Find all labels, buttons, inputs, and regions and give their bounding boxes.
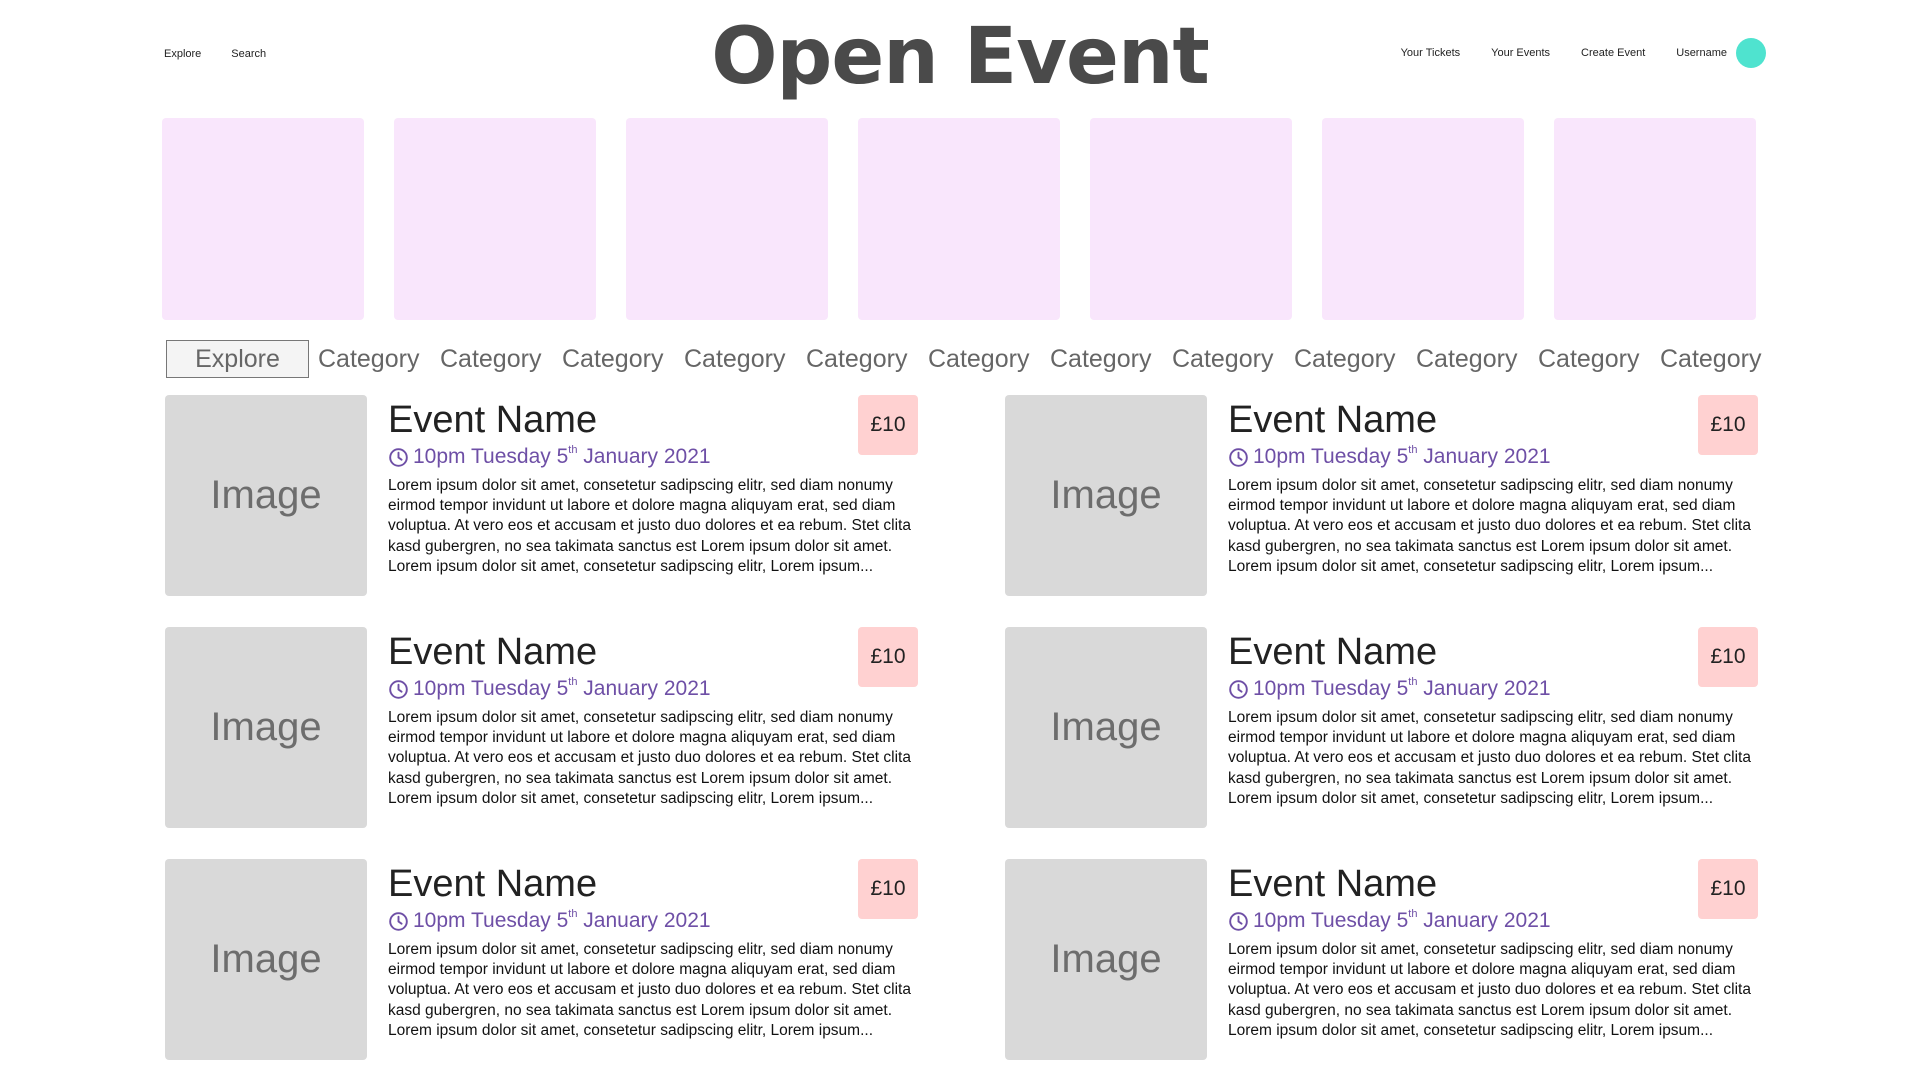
clock-icon: [389, 679, 408, 699]
event-image[interactable]: Image: [1005, 627, 1207, 828]
featured-carousel: [162, 118, 1756, 320]
event-card[interactable]: Image Event Name 10pm Tuesday 5th Januar…: [165, 627, 925, 828]
featured-tile[interactable]: [1322, 118, 1524, 320]
event-date-main: 10pm Tuesday 5: [1253, 677, 1409, 700]
price-badge[interactable]: £10: [858, 859, 918, 919]
category-tab[interactable]: Category: [562, 345, 675, 374]
event-image[interactable]: Image: [1005, 859, 1207, 1060]
event-card[interactable]: Image Event Name 10pm Tuesday 5th Januar…: [165, 859, 925, 1060]
event-date: 10pm Tuesday 5th January 2021: [1228, 908, 1758, 933]
event-date-rest: January 2021: [1423, 909, 1551, 932]
event-date: 10pm Tuesday 5th January 2021: [388, 908, 918, 933]
clock-icon: [1229, 447, 1248, 467]
event-card[interactable]: Image Event Name 10pm Tuesday 5th Januar…: [1005, 627, 1765, 828]
nav-right: Your Tickets Your Events Create Event Us…: [1401, 38, 1766, 68]
clock-icon: [389, 447, 408, 467]
clock-icon: [389, 911, 408, 931]
event-image[interactable]: Image: [1005, 395, 1207, 596]
clock-icon: [1229, 679, 1248, 699]
price-badge[interactable]: £10: [858, 627, 918, 687]
event-date-rest: January 2021: [583, 909, 711, 932]
category-tab[interactable]: Category: [806, 345, 919, 374]
featured-tile[interactable]: [858, 118, 1060, 320]
event-name[interactable]: Event Name: [388, 401, 918, 439]
event-description: Lorem ipsum dolor sit amet, consetetur s…: [1228, 941, 1751, 1039]
event-date-suffix: th: [1408, 676, 1418, 688]
event-date: 10pm Tuesday 5th January 2021: [388, 444, 918, 469]
event-card[interactable]: Image Event Name 10pm Tuesday 5th Januar…: [1005, 395, 1765, 596]
clock-icon: [1229, 911, 1248, 931]
event-description: Lorem ipsum dolor sit amet, consetetur s…: [388, 941, 911, 1039]
event-card-body: Event Name 10pm Tuesday 5th January 2021…: [388, 627, 918, 828]
event-card[interactable]: Image Event Name 10pm Tuesday 5th Januar…: [165, 395, 925, 596]
event-date-suffix: th: [1408, 908, 1418, 920]
category-tab[interactable]: Category: [1660, 345, 1773, 374]
event-date-main: 10pm Tuesday 5: [1253, 445, 1409, 468]
event-description: Lorem ipsum dolor sit amet, consetetur s…: [1228, 477, 1751, 575]
event-card-body: Event Name 10pm Tuesday 5th January 2021…: [388, 395, 918, 596]
category-tab[interactable]: Category: [1538, 345, 1651, 374]
event-date-main: 10pm Tuesday 5: [1253, 909, 1409, 932]
event-date-suffix: th: [568, 444, 578, 456]
category-tab[interactable]: Category: [928, 345, 1041, 374]
event-description: Lorem ipsum dolor sit amet, consetetur s…: [1228, 709, 1751, 807]
category-bar: Explore Category Category Category Categ…: [166, 340, 1773, 378]
site-header: Explore Search Open Event Your Tickets Y…: [0, 0, 1920, 110]
event-card-body: Event Name 10pm Tuesday 5th January 2021…: [388, 859, 918, 1060]
price-badge[interactable]: £10: [1698, 859, 1758, 919]
event-date-suffix: th: [568, 676, 578, 688]
username-label: Username: [1676, 47, 1727, 59]
category-tab[interactable]: Category: [440, 345, 553, 374]
event-description: Lorem ipsum dolor sit amet, consetetur s…: [388, 477, 911, 575]
category-tab[interactable]: Category: [1416, 345, 1529, 374]
event-date-suffix: th: [1408, 444, 1418, 456]
event-date-main: 10pm Tuesday 5: [413, 909, 569, 932]
category-tab[interactable]: Category: [1172, 345, 1285, 374]
event-date-rest: January 2021: [1423, 677, 1551, 700]
event-description: Lorem ipsum dolor sit amet, consetetur s…: [388, 709, 911, 807]
category-tab[interactable]: Category: [318, 345, 431, 374]
category-tab[interactable]: Category: [1050, 345, 1163, 374]
event-date-suffix: th: [568, 908, 578, 920]
event-card-body: Event Name 10pm Tuesday 5th January 2021…: [1228, 395, 1758, 596]
nav-your-tickets-link[interactable]: Your Tickets: [1401, 47, 1461, 59]
category-explore-tab[interactable]: Explore: [166, 340, 309, 378]
event-date-main: 10pm Tuesday 5: [413, 445, 569, 468]
price-badge[interactable]: £10: [1698, 627, 1758, 687]
event-date-rest: January 2021: [583, 445, 711, 468]
user-menu[interactable]: Username: [1676, 38, 1766, 68]
event-date-rest: January 2021: [1423, 445, 1551, 468]
featured-tile[interactable]: [626, 118, 828, 320]
event-name[interactable]: Event Name: [388, 865, 918, 903]
nav-create-event-link[interactable]: Create Event: [1581, 47, 1645, 59]
avatar[interactable]: [1736, 38, 1766, 68]
category-tab[interactable]: Category: [1294, 345, 1407, 374]
event-card-body: Event Name 10pm Tuesday 5th January 2021…: [1228, 859, 1758, 1060]
event-name[interactable]: Event Name: [1228, 401, 1758, 439]
featured-tile[interactable]: [394, 118, 596, 320]
event-date: 10pm Tuesday 5th January 2021: [1228, 444, 1758, 469]
event-date-rest: January 2021: [583, 677, 711, 700]
event-card-body: Event Name 10pm Tuesday 5th January 2021…: [1228, 627, 1758, 828]
event-image[interactable]: Image: [165, 859, 367, 1060]
event-name[interactable]: Event Name: [388, 633, 918, 671]
category-tab[interactable]: Category: [684, 345, 797, 374]
event-card[interactable]: Image Event Name 10pm Tuesday 5th Januar…: [1005, 859, 1765, 1060]
event-date-main: 10pm Tuesday 5: [413, 677, 569, 700]
featured-tile[interactable]: [1090, 118, 1292, 320]
event-list: Image Event Name 10pm Tuesday 5th Januar…: [165, 395, 1765, 1060]
event-name[interactable]: Event Name: [1228, 633, 1758, 671]
featured-tile[interactable]: [1554, 118, 1756, 320]
event-image[interactable]: Image: [165, 395, 367, 596]
nav-your-events-link[interactable]: Your Events: [1491, 47, 1550, 59]
event-image[interactable]: Image: [165, 627, 367, 828]
event-date: 10pm Tuesday 5th January 2021: [1228, 676, 1758, 701]
price-badge[interactable]: £10: [858, 395, 918, 455]
featured-tile[interactable]: [162, 118, 364, 320]
event-name[interactable]: Event Name: [1228, 865, 1758, 903]
price-badge[interactable]: £10: [1698, 395, 1758, 455]
event-date: 10pm Tuesday 5th January 2021: [388, 676, 918, 701]
